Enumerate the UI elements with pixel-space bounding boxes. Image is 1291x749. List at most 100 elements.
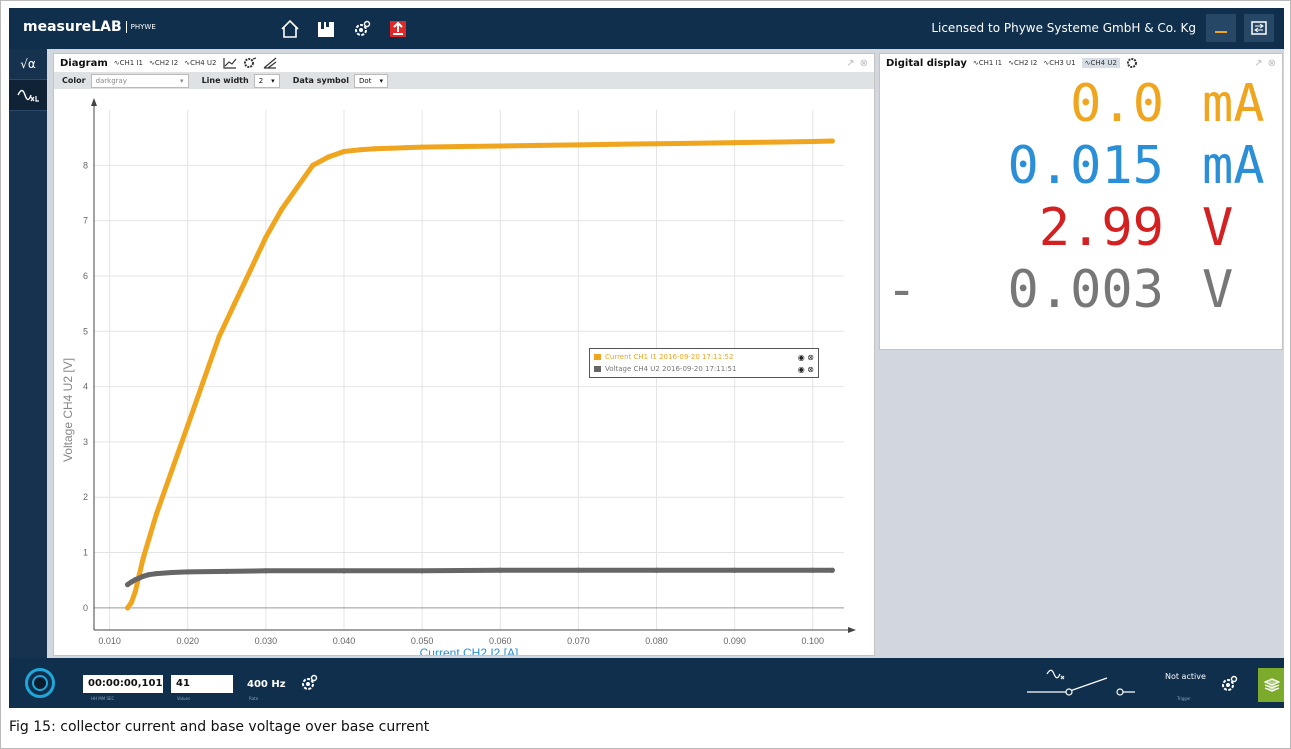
readout-ch2: 0.015 mA xyxy=(880,134,1282,196)
channel-tab-label: CH4 U2 xyxy=(1090,59,1117,67)
channel-tab-label: CH1 I1 xyxy=(978,59,1003,67)
sidebar: √α xyxy=(9,49,47,658)
channel-tab-ch2[interactable]: ∿CH2 I2 xyxy=(149,59,178,67)
y-tick-label: 3 xyxy=(83,437,88,447)
data-point xyxy=(140,573,146,579)
figure-caption: Fig 15: collector current and base volta… xyxy=(9,719,430,735)
data-point xyxy=(419,568,425,574)
readout-ch1: 0.0 mA xyxy=(880,72,1282,134)
y-axis-arrow xyxy=(91,98,97,106)
channel-tab-ch2[interactable]: ∿CH2 I2 xyxy=(1008,59,1037,67)
digital-header: Digital display ∿CH1 I1 ∿CH2 I2 ∿CH3 U1 … xyxy=(880,54,1282,72)
top-bar: measureLAB PHYWE Licensed to Phywe Syste… xyxy=(9,8,1284,49)
x-tick-label: 0.080 xyxy=(645,636,668,646)
trigger-settings-icon[interactable] xyxy=(1219,674,1239,694)
color-select-value: darkgray xyxy=(95,76,127,85)
diagram-panel: Diagram ∿CH1 I1 ∿CH2 I2 ∿CH4 U2 ↗ ⊗ Colo… xyxy=(53,53,875,660)
data-point xyxy=(263,234,269,240)
data-point xyxy=(124,605,131,611)
window-button[interactable] xyxy=(1244,14,1274,42)
sidebar-item-formula[interactable]: √α xyxy=(9,49,47,80)
data-point xyxy=(294,184,300,191)
trigger-status: Not active xyxy=(1165,672,1206,681)
readout-unit: mA xyxy=(1202,74,1265,134)
chart-legend[interactable]: Current CH1 I1 2016-09-20 17:11:52 ◉ ⊗ V… xyxy=(589,348,819,378)
legend-item-voltage[interactable]: Voltage CH4 U2 2016-09-20 17:11:51 ◉ ⊗ xyxy=(594,363,814,375)
measurelab-window: measureLAB PHYWE Licensed to Phywe Syste… xyxy=(9,8,1284,708)
visibility-eye-icon[interactable]: ◉ ⊗ xyxy=(798,365,814,374)
maximize-icon[interactable]: ↗ xyxy=(846,58,854,69)
data-point xyxy=(388,145,394,151)
channel-tab-ch4[interactable]: ∿CH4 U2 xyxy=(1081,58,1120,68)
brand-sub: PHYWE xyxy=(125,21,156,33)
data-point xyxy=(232,301,238,307)
home-icon[interactable] xyxy=(279,18,301,40)
data-point xyxy=(341,568,347,574)
data-point xyxy=(325,154,331,160)
trigger-switch-icon[interactable] xyxy=(1027,668,1135,698)
trigger-label: Trigger xyxy=(1177,696,1191,701)
data-point xyxy=(263,568,269,574)
data-symbol-select[interactable]: Dot ▾ xyxy=(354,73,389,88)
y-axis-label: Voltage CH4 U2 [V] xyxy=(61,358,75,462)
chart-settings-icon[interactable] xyxy=(243,57,257,69)
record-icon xyxy=(32,675,48,691)
readout-ch4: - 0.003 V xyxy=(880,258,1282,320)
linewidth-select[interactable]: 2 ▾ xyxy=(253,73,280,88)
chevron-down-icon: ▾ xyxy=(180,76,184,85)
data-point xyxy=(278,206,285,213)
channel-tab-ch1[interactable]: ∿CH1 I1 xyxy=(114,59,143,67)
data-point xyxy=(128,599,135,605)
data-point xyxy=(372,146,378,152)
layers-button[interactable] xyxy=(1258,668,1284,702)
rate-settings-icon[interactable] xyxy=(299,673,319,693)
y-tick-label: 8 xyxy=(83,160,88,170)
export-icon[interactable] xyxy=(387,18,409,40)
data-point xyxy=(169,569,175,576)
data-point xyxy=(497,143,503,149)
legend-item-current[interactable]: Current CH1 I1 2016-09-20 17:11:52 ◉ ⊗ xyxy=(594,351,814,363)
channel-tab-label: CH2 I2 xyxy=(1013,59,1038,67)
rate-label: Rate xyxy=(249,696,259,701)
diagram-header: Diagram ∿CH1 I1 ∿CH2 I2 ∿CH4 U2 ↗ ⊗ xyxy=(54,54,874,72)
layers-icon xyxy=(1264,678,1280,692)
channel-tab-ch4[interactable]: ∿CH4 U2 xyxy=(184,59,216,67)
formula-icon: √α xyxy=(20,57,36,71)
maximize-icon[interactable]: ↗ xyxy=(1254,58,1262,69)
plot-area[interactable]: 0.010 0.020 0.030 0.040 0.050 0.060 0.070 0.080… xyxy=(54,90,874,660)
readout-value: 0.003 xyxy=(1007,260,1164,320)
channel-tab-ch1[interactable]: ∿CH1 I1 xyxy=(973,59,1002,67)
channel-tab-ch3[interactable]: ∿CH3 U1 xyxy=(1043,59,1075,67)
bottom-bar: 00:00:00,101 HH MM SEC 41 Values 400 Hz … xyxy=(9,658,1284,708)
chevron-down-icon: ▾ xyxy=(379,76,384,85)
minimize-button[interactable] xyxy=(1206,14,1236,42)
settings-icon[interactable] xyxy=(351,18,373,40)
figure-frame: measureLAB PHYWE Licensed to Phywe Syste… xyxy=(0,0,1291,749)
data-point xyxy=(829,567,835,573)
time-units-label: HH MM SEC xyxy=(91,696,115,701)
analysis-icon[interactable] xyxy=(263,57,277,69)
x-tick-label: 0.100 xyxy=(801,636,824,646)
close-icon[interactable]: ⊗ xyxy=(1268,58,1276,69)
series-line xyxy=(125,567,835,588)
readout-sign: - xyxy=(886,260,918,320)
x-axis-label: Current CH2 I2 [A] xyxy=(420,646,519,655)
readout-ch3: 2.99 V xyxy=(880,196,1282,258)
data-point xyxy=(169,466,175,473)
data-point xyxy=(575,567,581,573)
sidebar-item-measurement[interactable] xyxy=(9,80,47,111)
display-settings-icon[interactable] xyxy=(1126,57,1140,69)
chevron-down-icon: ▾ xyxy=(271,76,275,85)
close-icon[interactable]: ⊗ xyxy=(860,58,868,69)
data-point xyxy=(692,140,699,146)
chart-type-icon[interactable] xyxy=(222,57,237,69)
diagram-title: Diagram xyxy=(60,57,108,69)
visibility-eye-icon[interactable]: ◉ ⊗ xyxy=(798,353,814,362)
minimize-icon xyxy=(1215,31,1227,33)
start-measurement-button[interactable] xyxy=(25,668,55,698)
y-tick-label: 4 xyxy=(83,382,88,392)
save-icon[interactable] xyxy=(315,18,337,40)
diagram-toolbar: Color darkgray ▾ Line width 2 ▾ Data symbo… xyxy=(54,72,874,89)
data-point xyxy=(132,588,139,594)
color-select[interactable]: darkgray ▾ xyxy=(90,73,189,88)
